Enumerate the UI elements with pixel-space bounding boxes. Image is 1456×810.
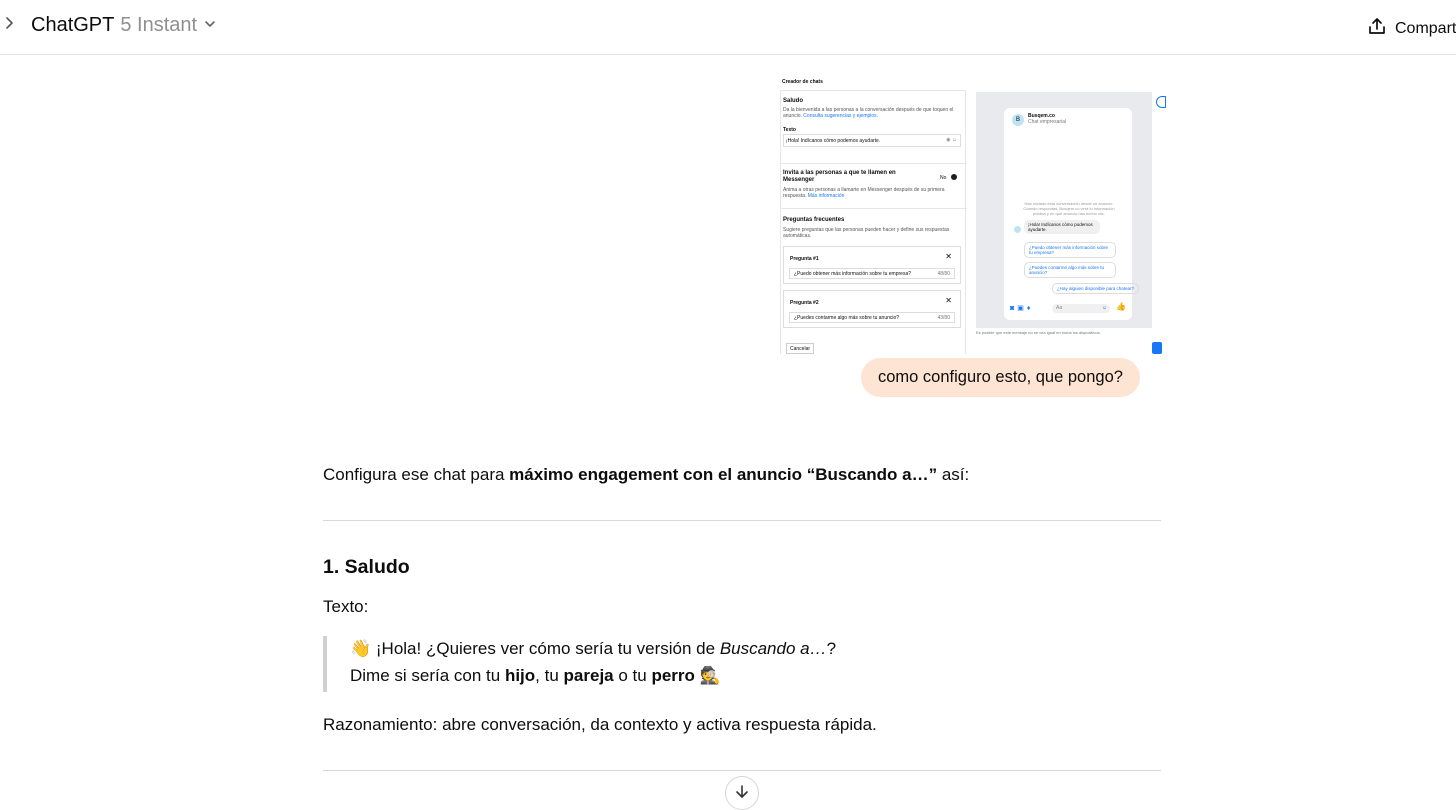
attachment-q2-label: Pregunta #2 — [790, 300, 819, 306]
attachment-greeting-title: Saludo — [783, 98, 804, 104]
attachment-q1-field: ¿Puedo obtener más información sobre tu … — [789, 268, 955, 279]
attachment-preview-q3: ¿Hay alguien disponible para chatear? — [1052, 283, 1140, 294]
attachment-preview-q2: ¿Puedes contarme algo más sobre tu anunc… — [1024, 262, 1116, 278]
attachment-q1-label: Pregunta #1 — [790, 256, 819, 262]
section-heading: 1. Saludo — [323, 556, 410, 578]
quote-line-2: Dime si sería con tu hijo, tu pareja o t… — [350, 665, 721, 685]
arrow-down-icon — [735, 785, 749, 809]
attachment-question-card-2: Pregunta #2 ✕ ¿Puedes contarme algo más … — [783, 290, 961, 328]
chevron-down-icon — [203, 14, 217, 37]
divider — [781, 163, 967, 164]
response-intro: Configura ese chat para máximo engagemen… — [323, 465, 970, 484]
app-name: ChatGPT — [31, 14, 115, 36]
attachment-text-label: Texto — [783, 127, 796, 133]
attachment-question-card-1: Pregunta #1 ✕ ¿Puedo obtener más informa… — [783, 246, 961, 284]
divider — [781, 208, 967, 209]
avatar — [1014, 226, 1021, 233]
attachment-phone-preview: B Busqem.co Chat empresarial Has iniciad… — [1004, 108, 1140, 320]
attachment-title: Creador de chats — [782, 79, 823, 85]
text-label: Texto: — [323, 597, 369, 616]
toggle-knob — [951, 174, 957, 180]
attachment-form-panel: Saludo Da la bienvenida a las personas a… — [780, 90, 967, 354]
avatar: B — [1012, 114, 1024, 126]
attachment-preview-q1: ¿Puedo obtener más información sobre tu … — [1024, 242, 1116, 258]
close-icon: ✕ — [945, 252, 952, 261]
composer-icons: ◙▣♦ — [1010, 305, 1034, 312]
attachment-faq-title: Preguntas frecuentes — [783, 217, 845, 223]
attachment-invite-title: Invita a las personas a que te llamen en… — [783, 170, 896, 183]
share-label: Compart — [1395, 19, 1456, 37]
thumbs-up-icon: 👍 — [1116, 302, 1126, 311]
blockquote: 👋 ¡Hola! ¿Quieres ver cómo sería tu vers… — [323, 636, 923, 692]
attachment-cancel-button: Cancelar — [786, 343, 815, 354]
attachment-preview-notice: Has iniciado esta conversación desde un … — [1023, 201, 1115, 216]
divider — [323, 520, 1161, 521]
attachment-preview-sub: Chat empresarial — [1028, 119, 1067, 125]
model-selector[interactable]: ChatGPT 5 Instant — [31, 14, 217, 37]
attachment-text-field: ¡Hola! Indícanos cómo podemos ayudarte. ◉… — [783, 134, 961, 147]
close-icon: ✕ — [945, 296, 952, 305]
attachment-greeting-desc: Da la bienvenida a las personas a la con… — [783, 107, 954, 119]
publish-button — [1152, 342, 1162, 354]
share-icon — [1367, 16, 1387, 41]
chevron-right-icon[interactable] — [4, 16, 18, 38]
attachment-preview-panel: B Busqem.co Chat empresarial Has iniciad… — [976, 92, 1152, 328]
reasoning-text: Razonamiento: abre conversación, da cont… — [323, 715, 877, 734]
attached-screenshot[interactable]: Creador de chats Saludo Da la bienvenida… — [776, 72, 1166, 354]
attachment-faq-desc: Sugiere preguntas que las personas puede… — [783, 227, 950, 239]
attachment-q2-field: ¿Puedes contarme algo más sobre tu anunc… — [789, 312, 955, 323]
attachment-invite-toggle: No — [940, 175, 947, 181]
model-version: 5 Instant — [120, 14, 198, 36]
scroll-down-button[interactable] — [725, 776, 759, 810]
attachment-preview-input: Aa ☺ — [1052, 304, 1110, 313]
side-button — [1156, 96, 1166, 108]
top-bar: ChatGPT 5 Instant Compart — [0, 0, 1456, 55]
attachment-preview-footer: Es posible que este mensaje no se vea ig… — [976, 330, 1101, 335]
quote-line-1: 👋 ¡Hola! ¿Quieres ver cómo sería tu vers… — [350, 639, 837, 658]
user-message-bubble: como configuro esto, que pongo? — [861, 358, 1140, 397]
divider — [323, 770, 1161, 771]
share-button[interactable]: Compart — [1367, 16, 1456, 41]
attachment-preview-message: ¡Hola! Indícanos cómo podemos ayudarte. — [1024, 220, 1100, 234]
attachment-invite-desc: Anima a otras personas a llamarte en Mes… — [783, 187, 945, 199]
